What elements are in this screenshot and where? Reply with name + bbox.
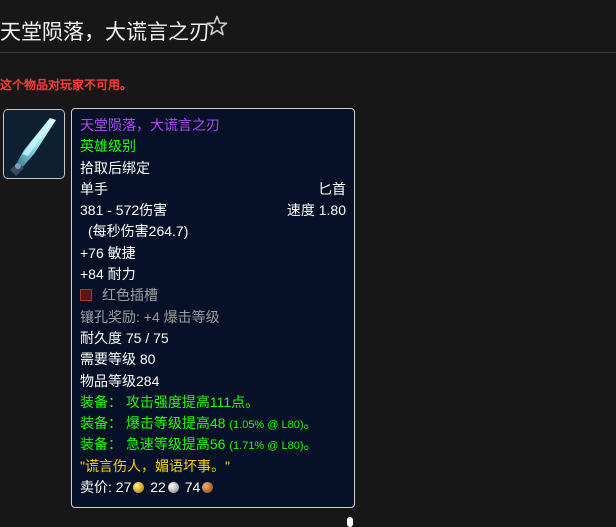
item-equip-3-pct: (1.71% @ L80) bbox=[229, 440, 304, 453]
copper-coin-icon bbox=[202, 482, 214, 494]
star-outline-icon[interactable] bbox=[205, 14, 229, 38]
item-equip-3-text: 装备： 急速等级提高56 bbox=[80, 436, 226, 453]
item-equip-1: 装备： 攻击强度提高111点。 bbox=[80, 393, 260, 410]
item-tooltip: 天堂陨落，大谎言之刃 英雄级别 拾取后绑定 单手 匕首 381 - 572伤害 … bbox=[71, 108, 355, 508]
item-slot-row: 单手 匕首 bbox=[80, 179, 346, 200]
gold-amount: 27 bbox=[115, 479, 132, 496]
item-slot: 单手 bbox=[80, 180, 108, 197]
dagger-icon bbox=[4, 110, 64, 178]
item-quality: 英雄级别 bbox=[80, 138, 136, 155]
item-flavor-text: "谎言伤人，媚语坏事。" bbox=[80, 457, 230, 474]
scroll-handle[interactable] bbox=[347, 517, 353, 527]
item-equip-2: 装备： 爆击等级提高48 (1.05% @ L80)。 bbox=[80, 413, 346, 434]
item-socket: 红色插槽 bbox=[102, 287, 158, 304]
item-equip-2-pct: (1.05% @ L80) bbox=[229, 419, 304, 432]
item-damage-row: 381 - 572伤害 速度 1.80 bbox=[80, 200, 346, 221]
silver-amount: 22 bbox=[150, 479, 166, 496]
item-equip-2-text: 装备： 爆击等级提高48 bbox=[80, 415, 226, 432]
item-socket-bonus: 镶孔奖励: +4 爆击等级 bbox=[80, 308, 220, 325]
title-bar: 天堂陨落，大谎言之刃 bbox=[0, 0, 616, 53]
item-type: 匕首 bbox=[318, 180, 346, 197]
item-required-level: 需要等级 80 bbox=[80, 351, 156, 368]
silver-coin-icon bbox=[167, 482, 179, 494]
item-dps: (每秒伤害264.7) bbox=[88, 223, 189, 240]
item-sell-price: 卖价: 27 22 74 bbox=[80, 477, 346, 498]
item-speed: 速度 1.80 bbox=[286, 202, 346, 219]
copper-amount: 74 bbox=[184, 479, 201, 496]
item-equip-3: 装备： 急速等级提高56 (1.71% @ L80)。 bbox=[80, 434, 346, 455]
item-stamina: +84 耐力 bbox=[80, 266, 136, 283]
item-agility: +76 敏捷 bbox=[80, 244, 136, 261]
red-socket-icon bbox=[80, 289, 92, 302]
item-equip-3-end: 。 bbox=[303, 436, 318, 453]
sell-label: 卖价: bbox=[80, 479, 112, 496]
item-level: 物品等级284 bbox=[80, 372, 160, 389]
item-durability: 耐久度 75 / 75 bbox=[80, 329, 169, 346]
item-equip-2-end: 。 bbox=[303, 415, 318, 432]
item-bind: 拾取后绑定 bbox=[80, 159, 150, 176]
item-damage: 381 - 572伤害 bbox=[80, 202, 168, 219]
page-title: 天堂陨落，大谎言之刃 bbox=[0, 21, 210, 44]
gold-coin-icon bbox=[133, 482, 145, 494]
item-name: 天堂陨落，大谎言之刃 bbox=[80, 117, 220, 133]
item-icon[interactable] bbox=[3, 109, 65, 179]
item-socket-row: 红色插槽 bbox=[80, 285, 346, 306]
unavailable-warning: 这个物品对玩家不可用。 bbox=[0, 78, 133, 92]
